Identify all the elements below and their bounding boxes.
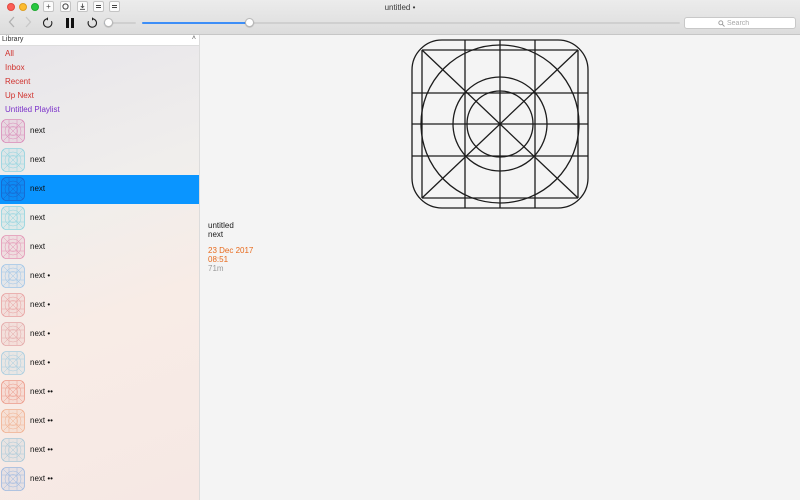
episode-thumbnail <box>1 351 25 375</box>
episode-row-label: next •• <box>30 445 53 454</box>
detail-subtitle: next <box>208 230 224 239</box>
search-input[interactable] <box>727 18 791 28</box>
collapse-icon[interactable]: ˄ <box>192 35 196 42</box>
app-icon-grid-icon <box>1 322 25 346</box>
detail-duration: 71m <box>208 264 224 273</box>
search-field[interactable] <box>684 17 796 29</box>
app-icon-grid-icon <box>1 438 25 462</box>
app-icon-grid-artwork <box>411 39 589 209</box>
episode-row[interactable]: next • <box>0 262 199 291</box>
episode-row-label: next •• <box>30 416 53 425</box>
skip-back-icon <box>42 17 53 28</box>
episode-row[interactable]: next • <box>0 320 199 349</box>
episode-thumbnail <box>1 235 25 259</box>
episode-thumbnail <box>1 409 25 433</box>
episode-artwork <box>410 38 590 212</box>
detail-title: untitled <box>208 221 234 230</box>
back-button[interactable] <box>8 16 16 31</box>
episode-thumbnail <box>1 438 25 462</box>
progress-slider-fill <box>142 22 250 24</box>
app-icon-grid-icon <box>1 380 25 404</box>
episode-thumbnail <box>1 322 25 346</box>
episode-row[interactable]: next • <box>0 291 199 320</box>
app-icon-grid-icon <box>1 177 25 201</box>
forward-button[interactable] <box>24 16 32 31</box>
episode-row[interactable]: next <box>0 146 199 175</box>
episode-thumbnail <box>1 264 25 288</box>
episode-row-label: next <box>30 126 46 135</box>
detail-date: 23 Dec 2017 <box>208 246 254 255</box>
chevron-right-icon <box>25 16 32 28</box>
app-icon-grid-icon <box>1 467 25 491</box>
app-icon-grid-icon <box>1 409 25 433</box>
search-icon <box>718 20 725 27</box>
progress-slider-track[interactable] <box>142 22 680 24</box>
app-icon-grid-icon <box>1 293 25 317</box>
library-item-all[interactable]: All <box>5 49 14 58</box>
app-icon-grid-icon <box>1 264 25 288</box>
app-icon-grid-icon <box>1 119 25 143</box>
episode-row-label: next <box>30 184 46 193</box>
titlebar: + untitled • <box>0 0 800 35</box>
episode-row-label: next <box>30 155 46 164</box>
skip-back-button[interactable] <box>42 17 54 31</box>
episode-row-label: next <box>30 213 46 222</box>
library-header[interactable]: Library ˄ <box>0 35 199 46</box>
episode-thumbnail <box>1 148 25 172</box>
episode-row[interactable]: next •• <box>0 465 199 494</box>
pause-icon <box>66 18 74 28</box>
library-item-untitled-playlist[interactable]: Untitled Playlist <box>5 105 60 114</box>
episode-row-label: next •• <box>30 387 53 396</box>
episode-thumbnail <box>1 293 25 317</box>
library-item-inbox[interactable]: Inbox <box>5 63 25 72</box>
episode-row-label: next • <box>30 300 51 309</box>
episode-thumbnail <box>1 177 25 201</box>
episode-row-label: next • <box>30 271 51 280</box>
chevron-left-icon <box>8 16 15 28</box>
volume-slider-thumb[interactable] <box>104 18 114 27</box>
episode-thumbnail <box>1 467 25 491</box>
app-icon-grid-icon <box>1 206 25 230</box>
episode-row-label: next <box>30 242 46 251</box>
episode-row[interactable]: next •• <box>0 407 199 436</box>
skip-forward-button[interactable] <box>86 17 98 31</box>
episode-thumbnail <box>1 380 25 404</box>
library-item-recent[interactable]: Recent <box>5 77 30 86</box>
library-header-label: Library <box>2 36 24 43</box>
sidebar: Library ˄ All Inbox Recent Up Next Untitled … <box>0 35 200 500</box>
detail-time: 08:51 <box>208 255 229 264</box>
progress-slider-thumb[interactable] <box>245 18 255 27</box>
app-icon-grid-icon <box>1 148 25 172</box>
episode-thumbnail <box>1 206 25 230</box>
episode-row[interactable]: next <box>0 117 199 146</box>
episode-row[interactable]: next <box>0 175 199 204</box>
episode-row[interactable]: next •• <box>0 436 199 465</box>
app-icon-grid-icon <box>1 351 25 375</box>
app-icon-grid-icon <box>1 235 25 259</box>
pause-button[interactable] <box>64 17 76 31</box>
episode-row-label: next • <box>30 358 51 367</box>
episode-row-label: next • <box>30 329 51 338</box>
window-title: untitled • <box>384 3 416 12</box>
episode-row-label: next •• <box>30 474 53 483</box>
skip-forward-icon <box>87 17 98 28</box>
episode-row[interactable]: next <box>0 233 199 262</box>
episode-thumbnail <box>1 119 25 143</box>
episode-row[interactable]: next <box>0 204 199 233</box>
episode-row[interactable]: next • <box>0 349 199 378</box>
library-item-up-next[interactable]: Up Next <box>5 91 34 100</box>
episode-row[interactable]: next •• <box>0 378 199 407</box>
